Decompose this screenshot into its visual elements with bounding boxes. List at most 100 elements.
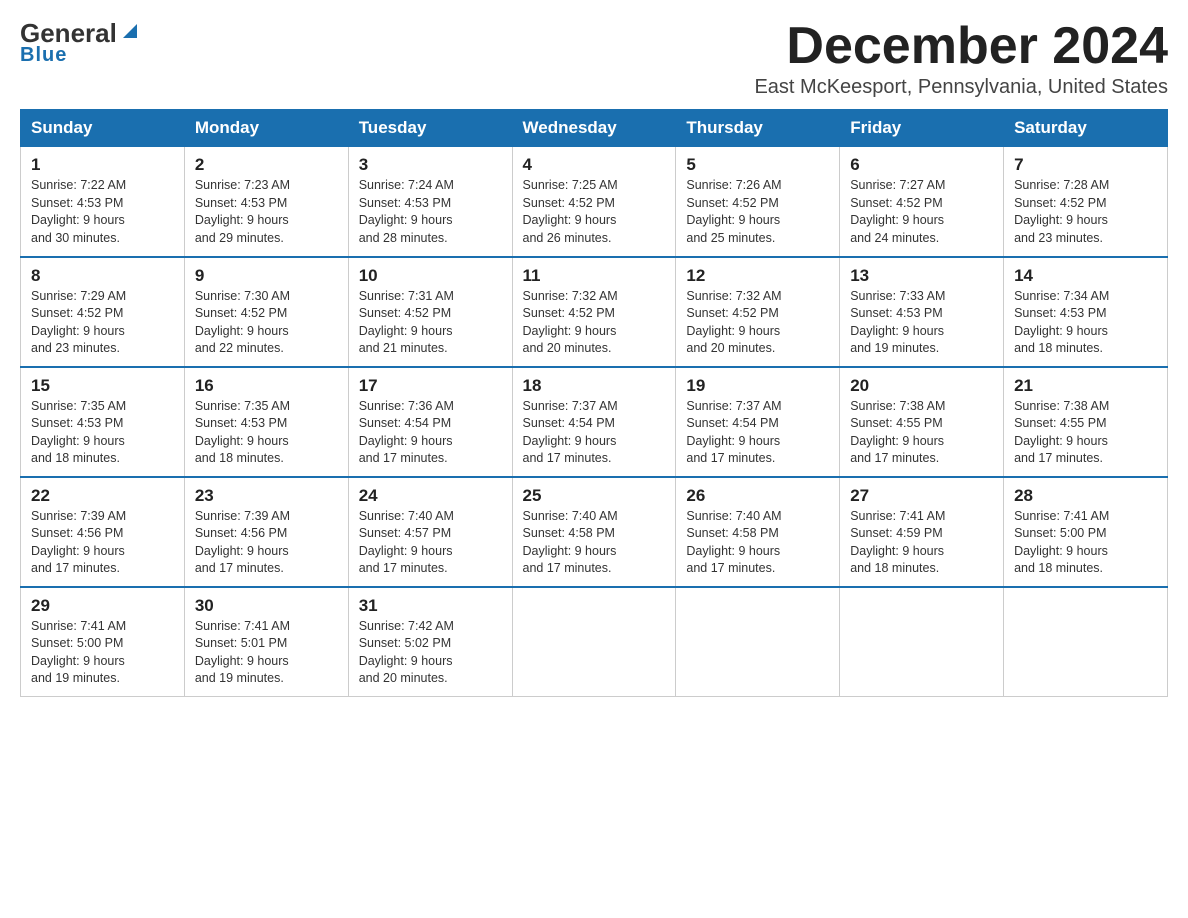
header-sunday: Sunday — [21, 110, 185, 147]
calendar-cell: 26 Sunrise: 7:40 AMSunset: 4:58 PMDaylig… — [676, 477, 840, 587]
calendar-cell: 21 Sunrise: 7:38 AMSunset: 4:55 PMDaylig… — [1004, 367, 1168, 477]
calendar-cell: 27 Sunrise: 7:41 AMSunset: 4:59 PMDaylig… — [840, 477, 1004, 587]
day-info: Sunrise: 7:40 AMSunset: 4:57 PMDaylight:… — [359, 509, 454, 576]
calendar-cell: 8 Sunrise: 7:29 AMSunset: 4:52 PMDayligh… — [21, 257, 185, 367]
day-info: Sunrise: 7:23 AMSunset: 4:53 PMDaylight:… — [195, 178, 290, 245]
calendar-week-row: 1 Sunrise: 7:22 AMSunset: 4:53 PMDayligh… — [21, 147, 1168, 257]
day-number: 22 — [31, 486, 174, 506]
day-number: 17 — [359, 376, 502, 396]
day-info: Sunrise: 7:40 AMSunset: 4:58 PMDaylight:… — [686, 509, 781, 576]
day-number: 6 — [850, 155, 993, 175]
day-info: Sunrise: 7:31 AMSunset: 4:52 PMDaylight:… — [359, 289, 454, 356]
day-info: Sunrise: 7:27 AMSunset: 4:52 PMDaylight:… — [850, 178, 945, 245]
calendar-cell: 19 Sunrise: 7:37 AMSunset: 4:54 PMDaylig… — [676, 367, 840, 477]
day-info: Sunrise: 7:41 AMSunset: 5:00 PMDaylight:… — [31, 619, 126, 686]
day-number: 5 — [686, 155, 829, 175]
logo-blue-text: Blue — [20, 44, 67, 67]
calendar-cell: 4 Sunrise: 7:25 AMSunset: 4:52 PMDayligh… — [512, 147, 676, 257]
header-friday: Friday — [840, 110, 1004, 147]
calendar-cell: 6 Sunrise: 7:27 AMSunset: 4:52 PMDayligh… — [840, 147, 1004, 257]
day-info: Sunrise: 7:25 AMSunset: 4:52 PMDaylight:… — [523, 178, 618, 245]
day-number: 27 — [850, 486, 993, 506]
calendar-cell: 16 Sunrise: 7:35 AMSunset: 4:53 PMDaylig… — [184, 367, 348, 477]
calendar-cell: 9 Sunrise: 7:30 AMSunset: 4:52 PMDayligh… — [184, 257, 348, 367]
day-info: Sunrise: 7:28 AMSunset: 4:52 PMDaylight:… — [1014, 178, 1109, 245]
logo-general-text: General — [20, 20, 117, 46]
header-saturday: Saturday — [1004, 110, 1168, 147]
day-number: 13 — [850, 266, 993, 286]
day-info: Sunrise: 7:29 AMSunset: 4:52 PMDaylight:… — [31, 289, 126, 356]
day-info: Sunrise: 7:22 AMSunset: 4:53 PMDaylight:… — [31, 178, 126, 245]
calendar-cell: 31 Sunrise: 7:42 AMSunset: 5:02 PMDaylig… — [348, 587, 512, 697]
day-info: Sunrise: 7:24 AMSunset: 4:53 PMDaylight:… — [359, 178, 454, 245]
day-info: Sunrise: 7:40 AMSunset: 4:58 PMDaylight:… — [523, 509, 618, 576]
calendar-cell: 7 Sunrise: 7:28 AMSunset: 4:52 PMDayligh… — [1004, 147, 1168, 257]
calendar-cell: 13 Sunrise: 7:33 AMSunset: 4:53 PMDaylig… — [840, 257, 1004, 367]
day-info: Sunrise: 7:30 AMSunset: 4:52 PMDaylight:… — [195, 289, 290, 356]
day-number: 25 — [523, 486, 666, 506]
day-info: Sunrise: 7:39 AMSunset: 4:56 PMDaylight:… — [31, 509, 126, 576]
calendar-cell — [1004, 587, 1168, 697]
day-info: Sunrise: 7:42 AMSunset: 5:02 PMDaylight:… — [359, 619, 454, 686]
calendar-cell: 3 Sunrise: 7:24 AMSunset: 4:53 PMDayligh… — [348, 147, 512, 257]
calendar-cell: 15 Sunrise: 7:35 AMSunset: 4:53 PMDaylig… — [21, 367, 185, 477]
header-thursday: Thursday — [676, 110, 840, 147]
day-info: Sunrise: 7:32 AMSunset: 4:52 PMDaylight:… — [686, 289, 781, 356]
header-wednesday: Wednesday — [512, 110, 676, 147]
day-info: Sunrise: 7:41 AMSunset: 5:01 PMDaylight:… — [195, 619, 290, 686]
calendar-cell — [512, 587, 676, 697]
logo: General Blue — [20, 20, 141, 67]
day-number: 29 — [31, 596, 174, 616]
day-info: Sunrise: 7:41 AMSunset: 5:00 PMDaylight:… — [1014, 509, 1109, 576]
calendar-cell: 23 Sunrise: 7:39 AMSunset: 4:56 PMDaylig… — [184, 477, 348, 587]
calendar-header-row: SundayMondayTuesdayWednesdayThursdayFrid… — [21, 110, 1168, 147]
day-info: Sunrise: 7:36 AMSunset: 4:54 PMDaylight:… — [359, 399, 454, 466]
header-monday: Monday — [184, 110, 348, 147]
day-number: 9 — [195, 266, 338, 286]
header-tuesday: Tuesday — [348, 110, 512, 147]
day-info: Sunrise: 7:38 AMSunset: 4:55 PMDaylight:… — [1014, 399, 1109, 466]
calendar-cell: 25 Sunrise: 7:40 AMSunset: 4:58 PMDaylig… — [512, 477, 676, 587]
calendar-week-row: 8 Sunrise: 7:29 AMSunset: 4:52 PMDayligh… — [21, 257, 1168, 367]
day-number: 20 — [850, 376, 993, 396]
day-info: Sunrise: 7:37 AMSunset: 4:54 PMDaylight:… — [686, 399, 781, 466]
calendar-cell: 5 Sunrise: 7:26 AMSunset: 4:52 PMDayligh… — [676, 147, 840, 257]
day-info: Sunrise: 7:39 AMSunset: 4:56 PMDaylight:… — [195, 509, 290, 576]
calendar-cell: 17 Sunrise: 7:36 AMSunset: 4:54 PMDaylig… — [348, 367, 512, 477]
day-number: 28 — [1014, 486, 1157, 506]
logo-triangle-icon — [119, 20, 141, 42]
location-title: East McKeesport, Pennsylvania, United St… — [754, 76, 1168, 99]
day-number: 24 — [359, 486, 502, 506]
month-title: December 2024 — [754, 20, 1168, 72]
day-info: Sunrise: 7:26 AMSunset: 4:52 PMDaylight:… — [686, 178, 781, 245]
day-number: 31 — [359, 596, 502, 616]
day-number: 18 — [523, 376, 666, 396]
calendar-week-row: 22 Sunrise: 7:39 AMSunset: 4:56 PMDaylig… — [21, 477, 1168, 587]
calendar-cell — [840, 587, 1004, 697]
day-number: 15 — [31, 376, 174, 396]
calendar-cell: 30 Sunrise: 7:41 AMSunset: 5:01 PMDaylig… — [184, 587, 348, 697]
day-number: 26 — [686, 486, 829, 506]
day-number: 12 — [686, 266, 829, 286]
day-number: 10 — [359, 266, 502, 286]
calendar-cell: 24 Sunrise: 7:40 AMSunset: 4:57 PMDaylig… — [348, 477, 512, 587]
day-info: Sunrise: 7:35 AMSunset: 4:53 PMDaylight:… — [195, 399, 290, 466]
day-number: 7 — [1014, 155, 1157, 175]
calendar-week-row: 15 Sunrise: 7:35 AMSunset: 4:53 PMDaylig… — [21, 367, 1168, 477]
calendar-cell: 14 Sunrise: 7:34 AMSunset: 4:53 PMDaylig… — [1004, 257, 1168, 367]
calendar-cell: 22 Sunrise: 7:39 AMSunset: 4:56 PMDaylig… — [21, 477, 185, 587]
day-number: 23 — [195, 486, 338, 506]
calendar-table: SundayMondayTuesdayWednesdayThursdayFrid… — [20, 109, 1168, 697]
calendar-cell: 12 Sunrise: 7:32 AMSunset: 4:52 PMDaylig… — [676, 257, 840, 367]
day-number: 16 — [195, 376, 338, 396]
day-number: 3 — [359, 155, 502, 175]
calendar-cell: 18 Sunrise: 7:37 AMSunset: 4:54 PMDaylig… — [512, 367, 676, 477]
day-number: 2 — [195, 155, 338, 175]
calendar-cell — [676, 587, 840, 697]
calendar-cell: 2 Sunrise: 7:23 AMSunset: 4:53 PMDayligh… — [184, 147, 348, 257]
calendar-cell: 29 Sunrise: 7:41 AMSunset: 5:00 PMDaylig… — [21, 587, 185, 697]
calendar-cell: 20 Sunrise: 7:38 AMSunset: 4:55 PMDaylig… — [840, 367, 1004, 477]
page-header: General Blue December 2024 East McKeespo… — [20, 20, 1168, 99]
title-area: December 2024 East McKeesport, Pennsylva… — [754, 20, 1168, 99]
day-number: 19 — [686, 376, 829, 396]
